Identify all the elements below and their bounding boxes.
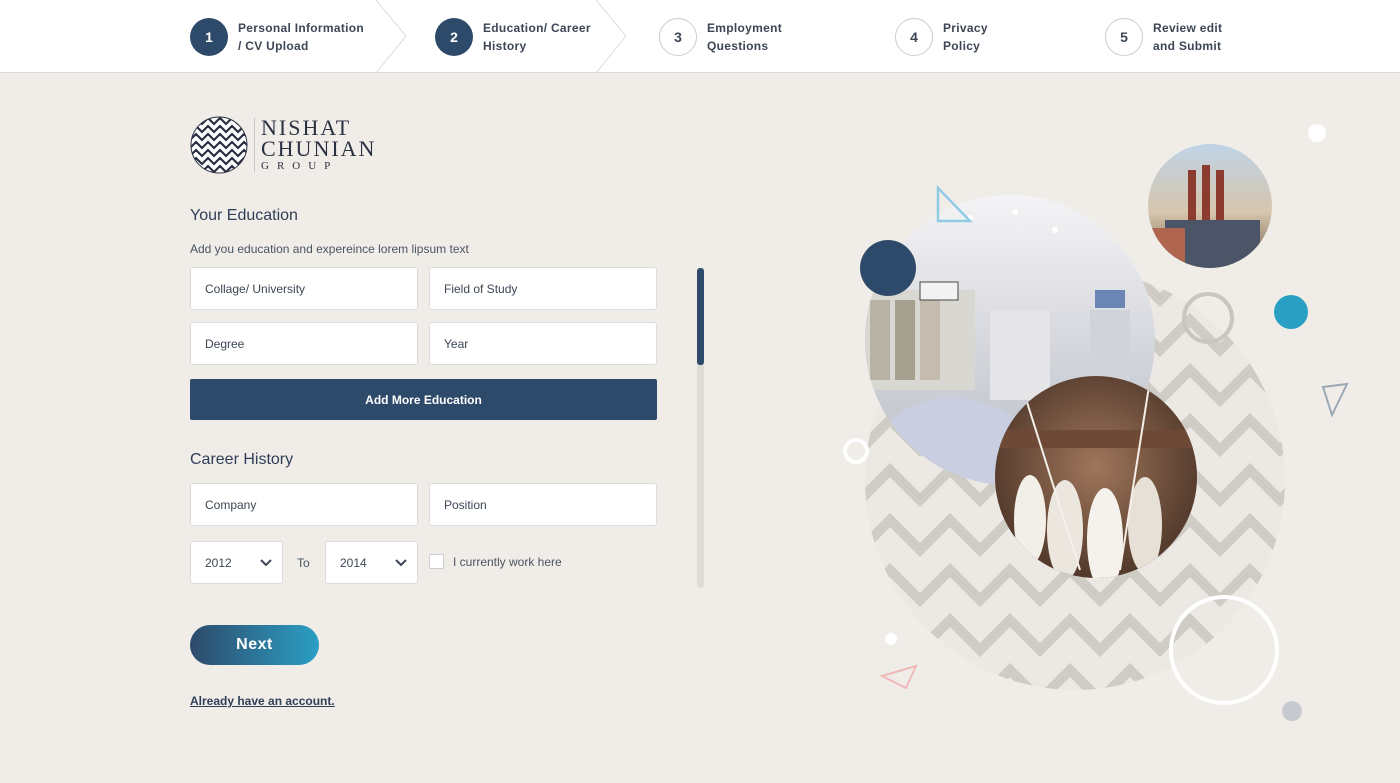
step-label-line2: and Submit (1153, 38, 1222, 53)
to-year-value: 2014 (340, 555, 367, 570)
field-of-study-input[interactable]: Field of Study (429, 267, 657, 310)
education-subtitle: Add you education and expereince lorem l… (190, 242, 469, 256)
company-logo: NISHAT CHUNIAN GROUP (190, 116, 376, 174)
dot-grey-icon (1282, 701, 1302, 721)
dot-navy-icon (860, 240, 916, 296)
login-link[interactable]: Already have an account. (190, 694, 335, 708)
logo-globe-icon (190, 116, 248, 174)
college-input[interactable]: Collage/ University (190, 267, 418, 310)
year-input[interactable]: Year (429, 322, 657, 365)
chevron-down-icon (395, 559, 407, 567)
step-separator (596, 0, 626, 73)
step-label-line2: Questions (707, 38, 769, 53)
dot-small-white-icon (885, 633, 897, 645)
step-label: Privacy Policy (943, 19, 988, 55)
step-label-line2: History (483, 38, 527, 53)
step-education-career[interactable]: 2 Education/ Career History (435, 0, 591, 73)
step-label: Review edit and Submit (1153, 19, 1222, 55)
company-input[interactable]: Company (190, 483, 418, 526)
form-scrollbar-thumb[interactable] (697, 268, 704, 365)
triangle-grey-icon (1321, 382, 1349, 418)
logo-text: NISHAT CHUNIAN GROUP (254, 115, 377, 172)
ring-white-icon (843, 438, 869, 464)
step-number: 2 (435, 17, 473, 56)
step-label-line1: Personal Information (238, 20, 365, 35)
education-heading: Your Education (190, 207, 298, 224)
step-number: 5 (1105, 17, 1143, 56)
step-review-submit[interactable]: 5 Review edit and Submit (1105, 0, 1222, 73)
checkbox-label: I currently work here (453, 554, 562, 569)
dot-teal-icon (1274, 295, 1308, 329)
currently-work-here-checkbox[interactable]: I currently work here (429, 554, 562, 569)
step-label-line1: Privacy (943, 20, 988, 35)
checkbox-box[interactable] (429, 554, 444, 569)
dot-white-icon (1308, 124, 1326, 142)
progress-stepper: 1 Personal Information / CV Upload 2 Edu… (0, 0, 1400, 73)
career-heading: Career History (190, 451, 294, 468)
degree-input[interactable]: Degree (190, 322, 418, 365)
step-number: 4 (895, 17, 933, 56)
step-number: 1 (190, 17, 228, 56)
chevron-down-icon (260, 559, 272, 567)
step-label-line1: Review edit (1153, 20, 1223, 35)
step-label-line1: Employment (707, 20, 783, 35)
step-label-line2: Policy (943, 38, 981, 53)
step-label: Employment Questions (707, 19, 782, 55)
next-button[interactable]: Next (190, 625, 319, 665)
factory-photo (1148, 144, 1272, 268)
step-privacy-policy[interactable]: 4 Privacy Policy (895, 0, 988, 73)
from-year-select[interactable]: 2012 (190, 541, 283, 584)
step-label: Personal Information / CV Upload (238, 19, 364, 55)
to-year-select[interactable]: 2014 (325, 541, 418, 584)
triangle-pink-icon (879, 664, 918, 690)
logo-line3: GROUP (261, 160, 339, 172)
step-label: Education/ Career History (483, 19, 591, 55)
position-input[interactable]: Position (429, 483, 657, 526)
from-year-value: 2012 (205, 555, 232, 570)
step-label-line2: / CV Upload (238, 38, 309, 53)
step-number: 3 (659, 17, 697, 56)
logo-line1: NISHAT (261, 115, 352, 140)
step-personal-information[interactable]: 1 Personal Information / CV Upload (190, 0, 364, 73)
logo-line2: CHUNIAN (261, 136, 377, 161)
step-separator (376, 0, 406, 73)
step-label-line1: Education/ Career (483, 20, 591, 35)
to-label: To (297, 556, 310, 570)
add-more-education-button[interactable]: Add More Education (190, 379, 657, 420)
step-employment-questions[interactable]: 3 Employment Questions (659, 0, 782, 73)
decorative-collage (843, 124, 1349, 721)
